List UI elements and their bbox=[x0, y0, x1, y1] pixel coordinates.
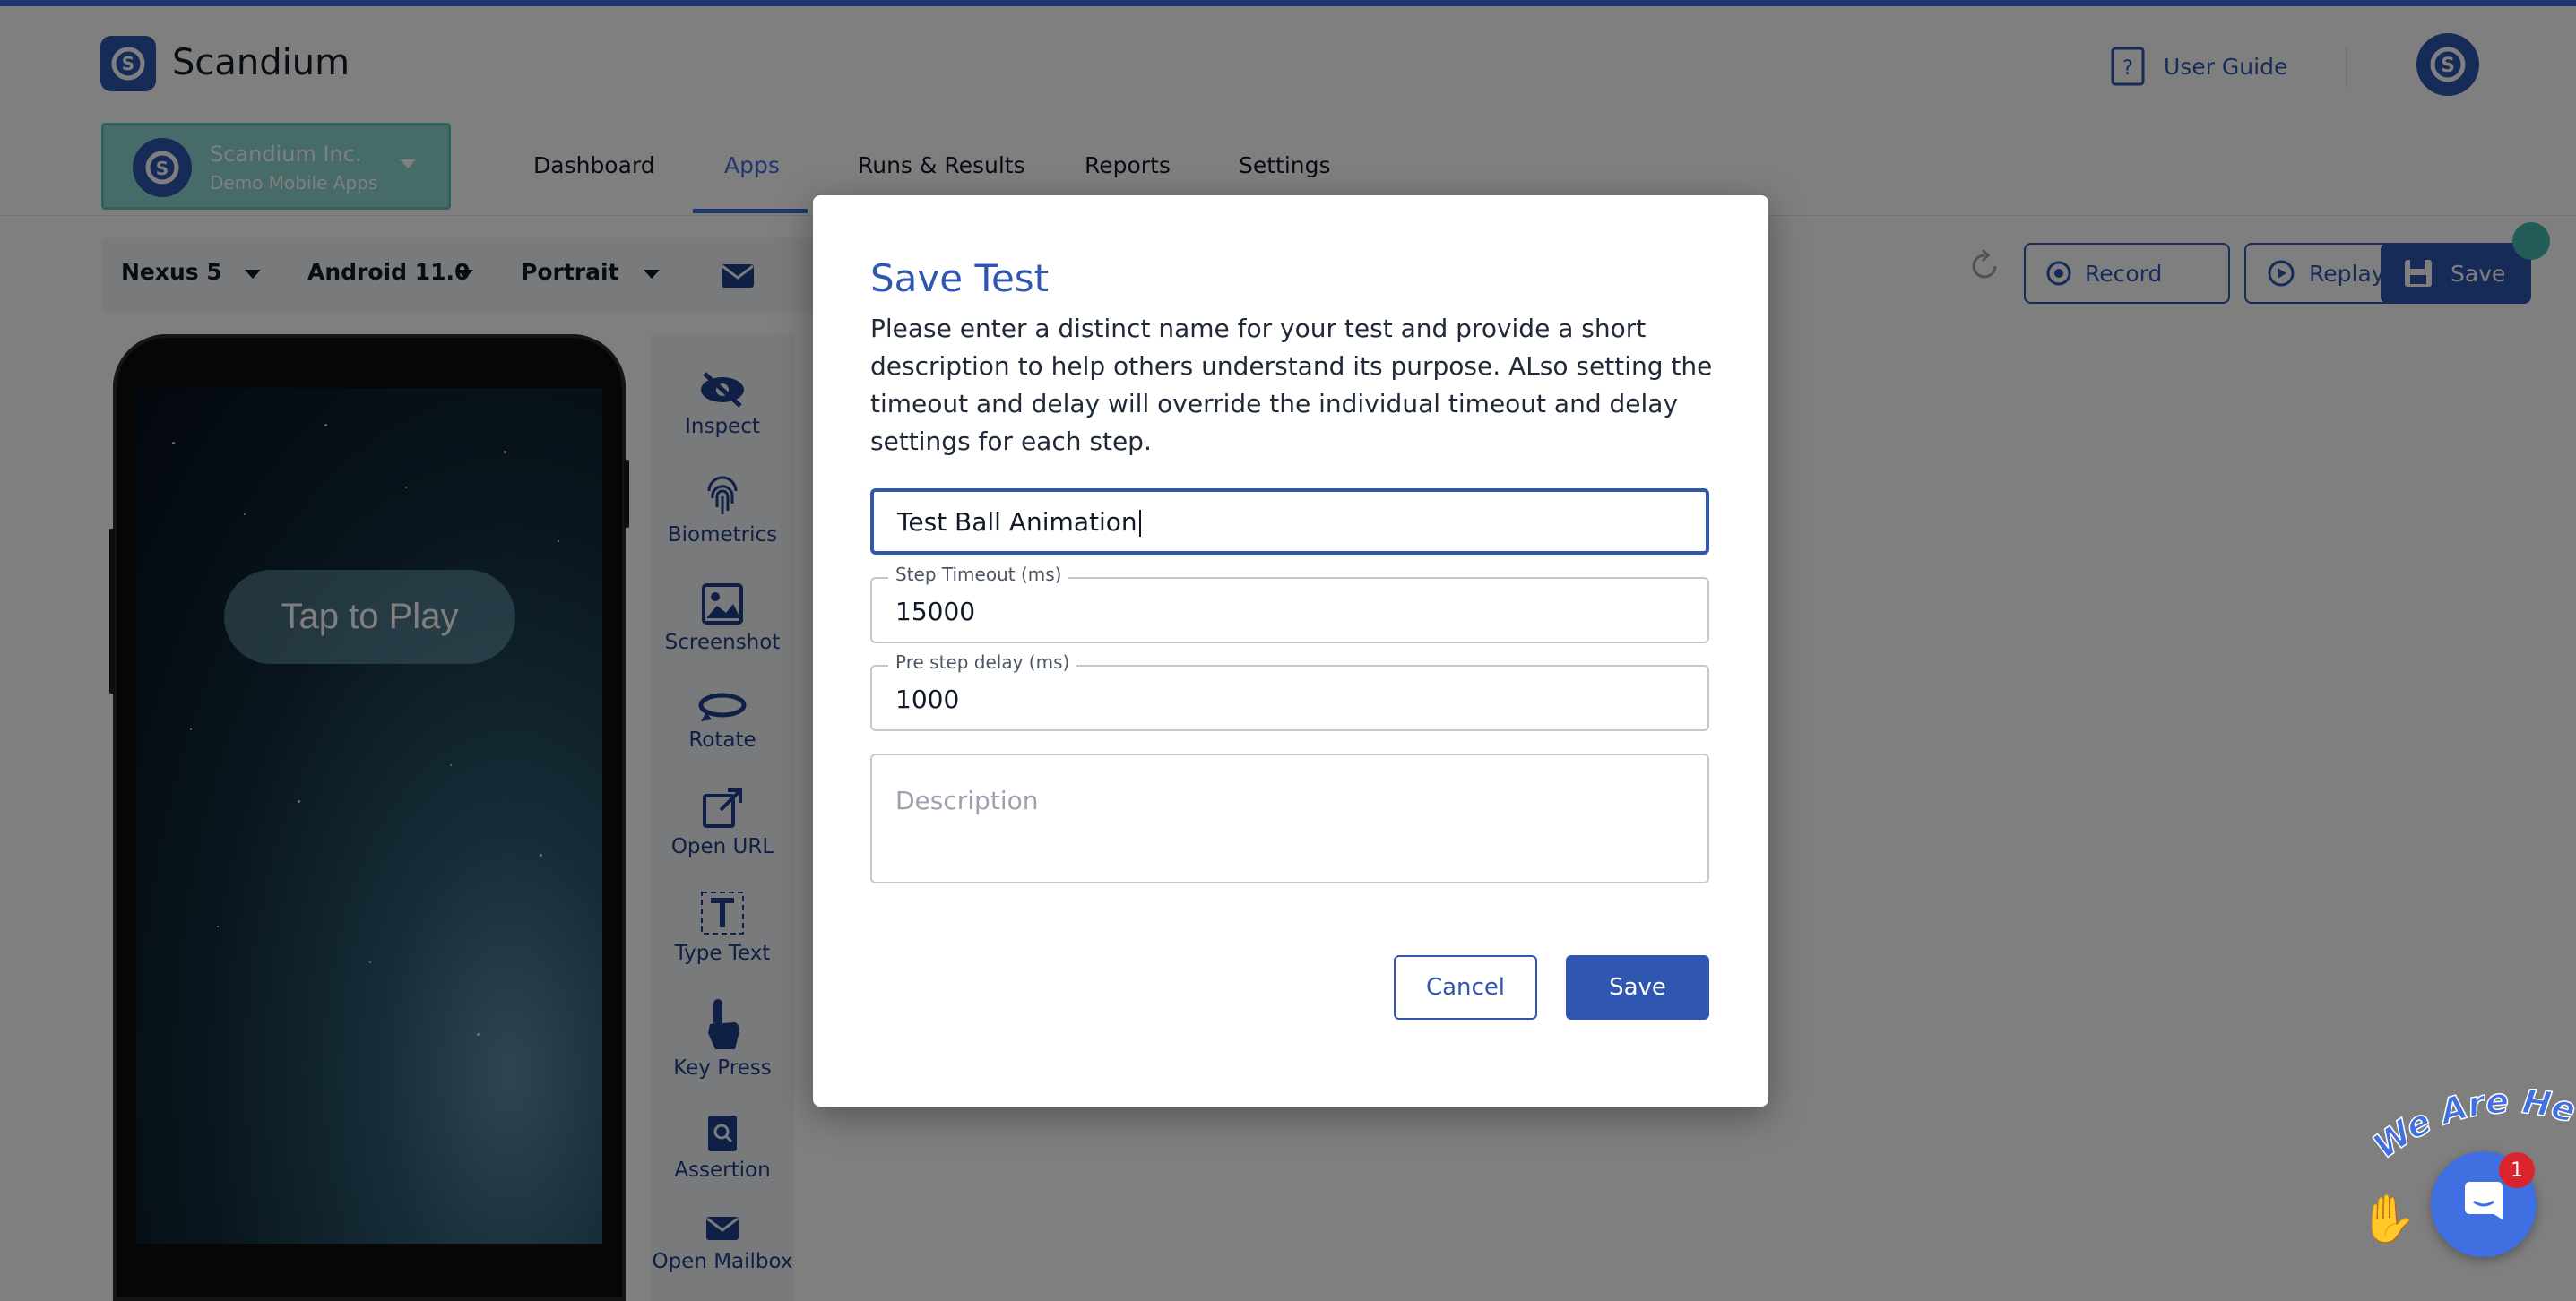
cancel-button[interactable]: Cancel bbox=[1394, 955, 1537, 1020]
pre-step-delay-input[interactable]: Pre step delay (ms) 1000 bbox=[870, 651, 1709, 731]
step-timeout-value: 15000 bbox=[895, 597, 976, 626]
description-textarea[interactable]: Description bbox=[870, 754, 1709, 883]
save-button[interactable]: Save bbox=[1566, 955, 1709, 1020]
chat-unread-badge: 1 bbox=[2499, 1152, 2535, 1188]
save-test-dialog: Save Test Please enter a distinct name f… bbox=[813, 195, 1768, 1107]
chat-bubble-icon bbox=[2465, 1182, 2503, 1219]
test-name-value: Test Ball Animation bbox=[897, 507, 1141, 537]
test-name-input[interactable]: Test Ball Animation bbox=[870, 488, 1709, 555]
waving-hand-icon: ✋ bbox=[2359, 1193, 2417, 1246]
pre-step-delay-value: 1000 bbox=[895, 685, 960, 714]
dialog-description: Please enter a distinct name for your te… bbox=[870, 314, 1713, 456]
description-placeholder: Description bbox=[895, 786, 1039, 815]
dialog-title: Save Test bbox=[870, 256, 1050, 300]
pre-step-delay-label: Pre step delay (ms) bbox=[888, 651, 1077, 673]
text-cursor bbox=[1138, 510, 1141, 537]
step-timeout-input[interactable]: Step Timeout (ms) 15000 bbox=[870, 564, 1709, 643]
step-timeout-label: Step Timeout (ms) bbox=[888, 564, 1069, 585]
